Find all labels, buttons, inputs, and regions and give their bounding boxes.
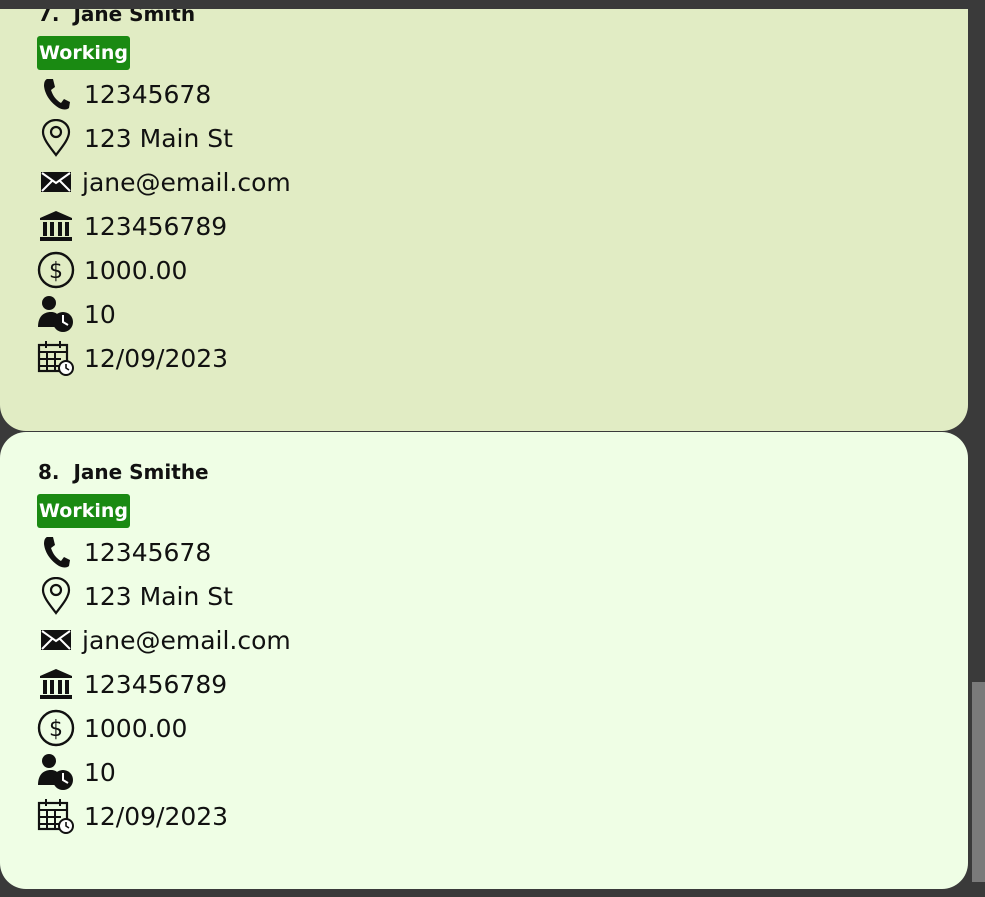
- address-value: 123 Main St: [84, 123, 233, 153]
- email-row: jane@email.com: [37, 620, 291, 660]
- bank-icon: [37, 665, 75, 703]
- person-list-viewport: 7. Jane Smith Working 12345678 123 Main …: [0, 0, 985, 897]
- leave-value: 10: [84, 299, 116, 329]
- phone-value: 12345678: [84, 537, 212, 567]
- person-clock-icon: [37, 295, 75, 333]
- window-top-edge: [0, 0, 985, 9]
- salary-row: $ 1000.00: [37, 250, 187, 290]
- bank-row: 123456789: [37, 664, 227, 704]
- date-value: 12/09/2023: [84, 343, 229, 373]
- calendar-clock-icon: [37, 339, 75, 377]
- phone-value: 12345678: [84, 79, 212, 109]
- status-badge: Working: [37, 494, 130, 528]
- salary-value: 1000.00: [84, 713, 188, 743]
- scrollbar-thumb[interactable]: [972, 682, 985, 882]
- salary-row: $ 1000.00: [37, 708, 187, 748]
- bank-account-value: 123456789: [84, 211, 228, 241]
- address-value: 123 Main St: [84, 581, 233, 611]
- location-pin-icon: [37, 119, 75, 157]
- person-name: Jane Smithe: [73, 460, 209, 484]
- leave-row: 10: [37, 294, 116, 334]
- svg-text:$: $: [49, 259, 63, 284]
- status-badge: Working: [37, 36, 130, 70]
- date-row: 12/09/2023: [37, 338, 228, 378]
- leave-row: 10: [37, 752, 116, 792]
- phone-icon: [37, 75, 75, 113]
- phone-row: 12345678: [37, 74, 211, 114]
- address-row: 123 Main St: [37, 118, 233, 158]
- envelope-icon: [37, 163, 75, 201]
- bank-row: 123456789: [37, 206, 227, 246]
- dollar-icon: $: [37, 709, 75, 747]
- address-row: 123 Main St: [37, 576, 233, 616]
- calendar-clock-icon: [37, 797, 75, 835]
- person-card-title: 8. Jane Smithe: [38, 460, 209, 484]
- dollar-icon: $: [37, 251, 75, 289]
- date-value: 12/09/2023: [84, 801, 229, 831]
- email-row: jane@email.com: [37, 162, 291, 202]
- salary-value: 1000.00: [84, 255, 188, 285]
- person-index: 8.: [38, 460, 60, 484]
- envelope-icon: [37, 621, 75, 659]
- phone-icon: [37, 533, 75, 571]
- email-value: jane@email.com: [82, 625, 291, 655]
- person-clock-icon: [37, 753, 75, 791]
- bank-account-value: 123456789: [84, 669, 228, 699]
- leave-value: 10: [84, 757, 116, 787]
- email-value: jane@email.com: [82, 167, 291, 197]
- svg-text:$: $: [49, 717, 63, 742]
- bank-icon: [37, 207, 75, 245]
- date-row: 12/09/2023: [37, 796, 228, 836]
- location-pin-icon: [37, 577, 75, 615]
- phone-row: 12345678: [37, 532, 211, 572]
